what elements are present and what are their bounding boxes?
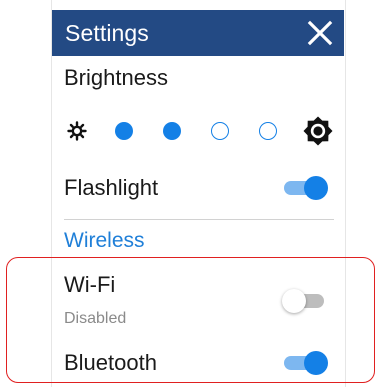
bluetooth-toggle[interactable] xyxy=(284,350,328,375)
brightness-label: Brightness xyxy=(64,65,168,90)
brightness-level-1[interactable] xyxy=(115,122,133,140)
brightness-level-2[interactable] xyxy=(163,122,181,140)
wifi-label: Wi-Fi xyxy=(64,272,116,297)
section-divider xyxy=(64,219,334,220)
brightness-level-4[interactable] xyxy=(259,122,277,140)
settings-header: Settings xyxy=(52,10,344,56)
wifi-toggle-knob xyxy=(282,289,306,313)
wifi-status: Disabled xyxy=(64,310,127,327)
flashlight-toggle[interactable] xyxy=(284,175,328,200)
close-icon xyxy=(307,20,333,46)
flashlight-label: Flashlight xyxy=(64,175,159,200)
close-button[interactable] xyxy=(304,17,336,49)
brightness-level-3[interactable] xyxy=(211,122,229,140)
bluetooth-label: Bluetooth xyxy=(64,350,157,375)
wireless-section-title: Wireless xyxy=(64,229,145,252)
wifi-toggle[interactable] xyxy=(282,288,328,313)
flashlight-toggle-knob xyxy=(304,176,328,200)
bluetooth-toggle-knob xyxy=(304,351,328,375)
brightness-high-icon[interactable] xyxy=(302,115,334,147)
settings-title: Settings xyxy=(65,20,149,46)
settings-panel: Settings Brightness Flashlight Wireless … xyxy=(52,0,345,387)
brightness-low-icon[interactable] xyxy=(67,121,87,141)
